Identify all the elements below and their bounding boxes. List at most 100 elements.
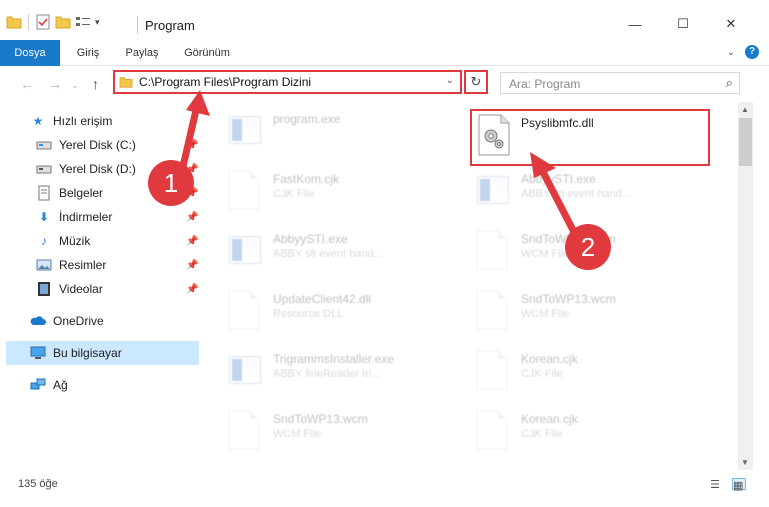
file-item[interactable]: TrigrammsInstaller.exe ABBY fineReader t… (229, 348, 459, 400)
file-name: SndToWP13.wcm (273, 412, 368, 426)
sidebar-item-videos[interactable]: Videolar 📌 (36, 277, 205, 301)
file-item[interactable]: program.exe (229, 108, 459, 160)
help-button[interactable]: ? (745, 45, 759, 59)
file-item[interactable]: FastKom.cjk CJK File (229, 168, 459, 220)
sidebar-item-music[interactable]: ♪ Müzik 📌 (36, 229, 205, 253)
file-item[interactable]: SndToWP13.wcm WCM File (477, 288, 707, 340)
sidebar-item-label: İndirmeler (59, 210, 113, 224)
file-name: SndToWP13.wcm (521, 292, 616, 306)
sidebar-item-label: Ağ (53, 378, 68, 392)
scroll-up-icon[interactable]: ▲ (741, 105, 749, 114)
file-type: ABBY sti event hand... (273, 248, 383, 260)
recent-locations-icon[interactable]: ⌄ (71, 80, 79, 91)
file-type: CJK File (521, 428, 563, 440)
pin-icon[interactable]: 📌 (186, 140, 198, 151)
file-item[interactable]: Korean.cjk CJK File (477, 408, 707, 460)
vertical-scrollbar[interactable]: ▲ ▼ (738, 102, 753, 470)
refresh-button[interactable]: ↻ (464, 70, 488, 94)
file-name: FastKom.cjk (273, 172, 340, 186)
file-name: program.exe (273, 112, 341, 126)
file-item[interactable]: SndToWP13.wcm WCM File (229, 408, 459, 460)
drive-icon (36, 161, 52, 177)
view-list-icon[interactable] (75, 15, 91, 29)
properties-check-icon[interactable] (35, 14, 51, 30)
search-placeholder: Ara: Program (509, 77, 581, 91)
pin-icon[interactable]: 📌 (186, 236, 198, 247)
scroll-down-icon[interactable]: ▼ (741, 458, 749, 467)
large-icons-view-icon[interactable]: ▦ (732, 478, 746, 492)
file-type: CJK File (273, 188, 315, 200)
file-item[interactable]: AbbyySTI.exe ABBY sti event hand... (229, 228, 459, 280)
qat-dropdown-icon[interactable]: ▾ (95, 17, 100, 28)
quick-access-toolbar: ▾ (6, 14, 100, 30)
file-item[interactable]: AbbyySTI.exe ABBY sti event hand... (477, 168, 707, 220)
document-icon (477, 350, 511, 392)
document-icon (477, 410, 511, 452)
documents-icon (36, 185, 52, 201)
address-bar[interactable]: C:\Program Files\Program Dizini ⌄ (113, 70, 462, 94)
exe-icon (229, 230, 263, 272)
search-icon[interactable]: ⌕ (726, 75, 733, 91)
file-type: Resource DLL (273, 308, 344, 320)
maximize-button[interactable]: ☐ (668, 12, 698, 36)
document-icon (477, 290, 511, 332)
sidebar-item-label: Videolar (59, 282, 103, 296)
sidebar-item-disk-c[interactable]: Yerel Disk (C:) 📌 (36, 133, 205, 157)
sidebar-item-quick-access[interactable]: ★ Hızlı erişim (30, 109, 205, 133)
close-button[interactable]: ✕ (716, 12, 746, 36)
item-count: 135 öğe (18, 478, 58, 490)
file-type: WCM File (273, 428, 322, 440)
minimize-button[interactable]: — (620, 12, 650, 36)
file-item[interactable]: UpdateClient42.dll Resource DLL (229, 288, 459, 340)
exe-icon (229, 110, 263, 152)
window-title: Program (145, 18, 195, 33)
music-icon: ♪ (41, 234, 47, 248)
pin-icon[interactable]: 📌 (186, 212, 198, 223)
star-icon: ★ (32, 114, 44, 128)
details-view-icon[interactable]: ☰ (710, 478, 724, 491)
address-path: C:\Program Files\Program Dizini (139, 75, 312, 89)
search-box[interactable]: Ara: Program ⌕ (500, 72, 740, 94)
file-name: UpdateClient42.dll (273, 292, 372, 306)
file-highlight-box (470, 109, 710, 166)
tab-view[interactable]: Görünüm (176, 40, 238, 66)
navigation-pane: ★ Hızlı erişim Yerel Disk (C:) 📌 Yerel D… (0, 102, 205, 470)
sidebar-item-pictures[interactable]: Resimler 📌 (36, 253, 205, 277)
sidebar-item-label: Bu bilgisayar (53, 346, 122, 360)
title-separator (137, 16, 138, 34)
sidebar-item-label: Yerel Disk (D:) (59, 162, 136, 176)
exe-icon (477, 170, 511, 212)
forward-button[interactable]: → (48, 76, 62, 92)
file-item[interactable]: Korean.cjk CJK File (477, 348, 707, 400)
sidebar-item-label: OneDrive (53, 314, 104, 328)
sidebar-item-label: Resimler (59, 258, 107, 272)
back-button[interactable]: ← (20, 76, 34, 92)
file-type: WCM File (521, 248, 570, 260)
tab-home[interactable]: Giriş (66, 40, 110, 66)
file-type: ABBY fineReader tri... (273, 368, 381, 380)
sidebar-item-network[interactable]: Ağ (30, 373, 205, 397)
cloud-icon (30, 313, 46, 329)
document-icon (477, 230, 511, 272)
computer-icon (30, 345, 46, 361)
sidebar-item-downloads[interactable]: ⬇ İndirmeler 📌 (36, 205, 205, 229)
navigation-bar: ← → ⌄ ↑ C:\Program Files\Program Dizini … (0, 66, 769, 102)
sidebar-item-onedrive[interactable]: OneDrive (30, 309, 205, 333)
folder-icon (119, 77, 133, 88)
pin-icon[interactable]: 📌 (186, 284, 198, 295)
up-button[interactable]: ↑ (92, 76, 99, 92)
status-bar: 135 öğe ☰ ▦ (0, 470, 769, 507)
scrollbar-thumb[interactable] (739, 118, 752, 166)
ribbon-tabs: Dosya Giriş Paylaş Görünüm ⌄ ? (0, 40, 769, 66)
ribbon-controls: ⌄ ? (727, 45, 759, 59)
expand-ribbon-icon[interactable]: ⌄ (727, 47, 735, 58)
tab-file[interactable]: Dosya (0, 40, 60, 66)
new-folder-icon[interactable] (55, 15, 71, 29)
exe-icon (229, 350, 263, 392)
download-icon: ⬇ (38, 210, 50, 224)
pin-icon[interactable]: 📌 (186, 260, 198, 271)
file-name: AbbyySTI.exe (273, 232, 348, 246)
address-dropdown-icon[interactable]: ⌄ (446, 75, 454, 86)
tab-share[interactable]: Paylaş (118, 40, 166, 66)
sidebar-item-this-pc[interactable]: Bu bilgisayar (6, 341, 199, 365)
